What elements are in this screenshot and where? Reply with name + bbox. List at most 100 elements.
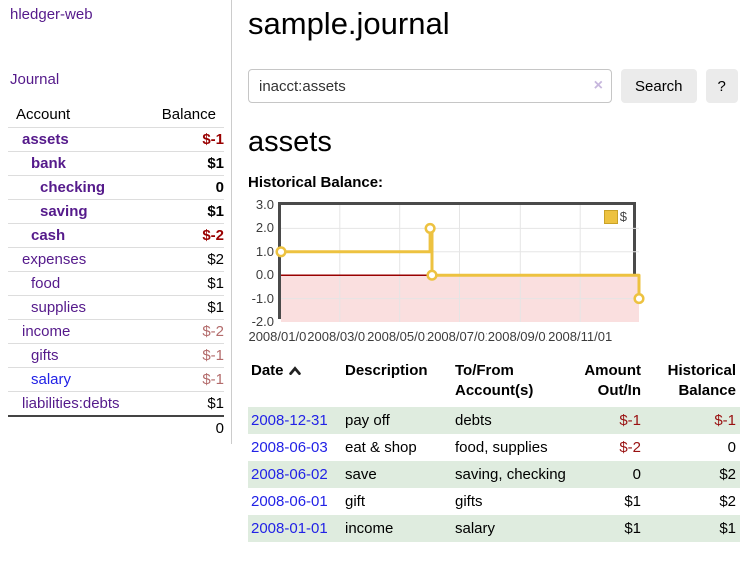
x-axis-label: 2008/03/01 [306,329,373,344]
data-point-marker[interactable] [426,224,435,233]
account-link[interactable]: cash [31,227,65,244]
register-row: 2008-06-03eat & shopfood, supplies$-20 [248,434,740,461]
legend-swatch [604,210,618,224]
y-axis-label: 2.0 [248,220,274,235]
account-name-cell: cash [8,224,141,248]
register-amount: 0 [567,461,653,488]
register-date-link[interactable]: 2008-06-03 [251,439,328,456]
account-balance: 0 [141,176,224,200]
account-row: expenses $2 [8,248,224,272]
register-balance: $-1 [653,407,740,434]
account-balance: $-1 [141,368,224,392]
register-date-cell: 2008-06-01 [248,488,345,515]
account-link[interactable]: supplies [31,299,86,316]
accounts-total-spacer [8,416,141,440]
register-date-link[interactable]: 2008-06-01 [251,493,328,510]
register-balance: $2 [653,488,740,515]
account-name-cell: expenses [8,248,141,272]
accounts-total-row: 0 [8,416,224,440]
date-column-header[interactable]: Date [248,359,345,407]
account-name-cell: supplies [8,296,141,320]
y-axis-label: -2.0 [248,314,274,329]
accounts-total-balance: 0 [141,416,224,440]
register-amount: $1 [567,515,653,542]
account-link[interactable]: checking [40,179,105,196]
app-title-link[interactable]: hledger-web [10,6,231,23]
sidebar-item-journal[interactable]: Journal [10,71,231,88]
account-row: supplies$1 [8,296,224,320]
account-name-cell: saving [8,200,141,224]
accounts-tree-table: Account Balance assets $-1 bank $1 checking 0… [8,102,224,440]
clear-search-icon[interactable]: × [594,76,603,96]
account-balance: $1 [141,272,224,296]
register-accounts: gifts [455,488,567,515]
date-header-label: Date [251,362,284,379]
account-link[interactable]: assets [22,131,69,148]
account-link[interactable]: income [22,323,70,340]
balance-column-header-register: Historical Balance [653,359,740,407]
account-link[interactable]: saving [40,203,88,220]
accounts-header-row: Account Balance [8,102,224,128]
account-link[interactable]: liabilities:debts [22,395,120,412]
data-point-marker[interactable] [635,294,644,303]
x-axis-label: 2008/05/01 [366,329,433,344]
account-link[interactable]: expenses [22,251,86,268]
account-row: saving$1 [8,200,224,224]
legend-label: $ [620,209,627,224]
account-name-cell: food [8,272,141,296]
sort-ascending-icon [289,366,301,375]
register-balance: 0 [653,434,740,461]
account-link[interactable]: salary [31,371,71,388]
account-balance: $2 [141,248,224,272]
x-axis-label: 2008/07/01 [426,329,493,344]
register-date-cell: 2008-06-03 [248,434,345,461]
register-row: 2008-01-01incomesalary$1$1 [248,515,740,542]
sidebar: hledger-web Journal Account Balance asse… [0,0,232,444]
plot-canvas [281,205,639,322]
register-table: Date Description To/From Account(s) Amou… [248,359,740,542]
register-amount: $1 [567,488,653,515]
data-point-marker[interactable] [428,271,437,280]
account-balance: $-1 [141,344,224,368]
account-link[interactable]: bank [31,155,66,172]
register-row: 2008-06-02savesaving, checking0$2 [248,461,740,488]
register-description: eat & shop [345,434,455,461]
register-description: gift [345,488,455,515]
main-content: sample.journal × Search ? assets Histori… [232,0,742,560]
account-row: checking 0 [8,176,224,200]
account-link[interactable]: food [31,275,60,292]
page-title: sample.journal [248,6,740,42]
register-date-link[interactable]: 2008-01-01 [251,520,328,537]
account-balance: $-1 [141,128,224,152]
data-point-marker[interactable] [277,248,286,257]
account-row: assets $-1 [8,128,224,152]
register-date-cell: 2008-01-01 [248,515,345,542]
y-axis-label: 0.0 [248,267,274,282]
register-date-cell: 2008-12-31 [248,407,345,434]
y-axis-label: 3.0 [248,197,274,212]
search-input[interactable] [248,69,612,103]
register-balance: $1 [653,515,740,542]
register-description: pay off [345,407,455,434]
account-name-cell: checking [8,176,141,200]
account-link[interactable]: gifts [31,347,59,364]
x-axis-label: 2008/11/01 [547,329,613,344]
account-name-cell: salary [8,368,141,392]
chart-legend: $ [602,208,629,225]
register-accounts: debts [455,407,567,434]
chart-title: Historical Balance: [248,174,740,191]
account-balance: $1 [141,392,224,417]
historical-balance-chart: 3.02.01.00.0-1.0-2.0 $ 2008/01/012008/03… [248,197,740,343]
x-axis-label: 2008/01/01 [247,329,314,344]
x-axis-label: 2008/09/01 [487,329,554,344]
register-date-link[interactable]: 2008-06-02 [251,466,328,483]
help-button[interactable]: ? [706,69,738,103]
account-row: gifts $-1 [8,344,224,368]
account-balance: $-2 [141,320,224,344]
register-date-link[interactable]: 2008-12-31 [251,412,328,429]
y-axis-label: -1.0 [248,291,274,306]
register-accounts: saving, checking [455,461,567,488]
account-row: liabilities:debts $1 [8,392,224,417]
register-accounts: salary [455,515,567,542]
search-button[interactable]: Search [621,69,697,103]
